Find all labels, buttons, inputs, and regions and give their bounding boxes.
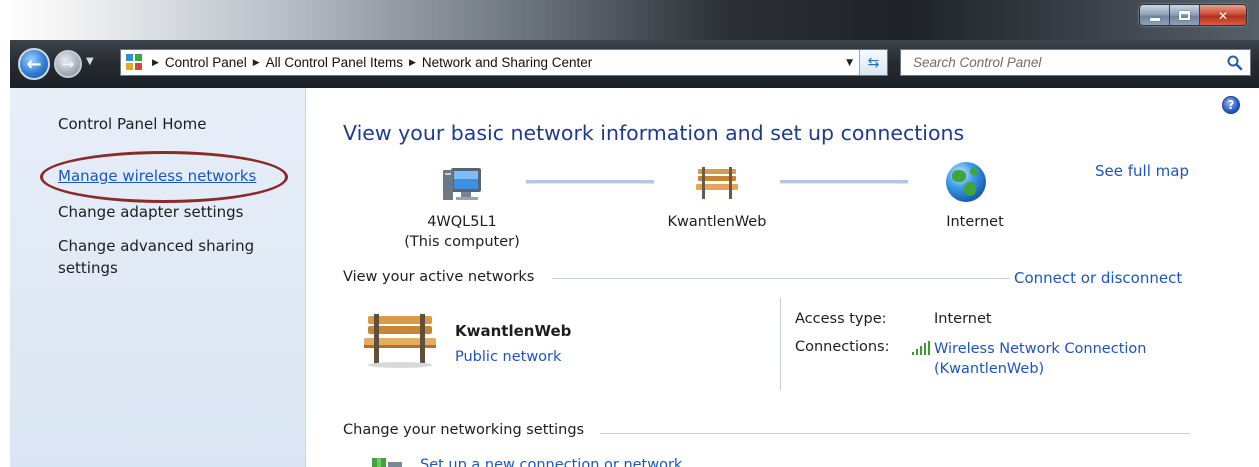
search-box [900,49,1251,76]
window-controls: ✕ [1139,4,1247,26]
address-bar[interactable]: ▶ Control Panel ▶ All Control Panel Item… [120,49,888,76]
internet-label: Internet [946,214,1004,230]
maximize-button[interactable] [1170,5,1200,25]
active-networks-heading: View your active networks [343,269,541,285]
close-icon: ✕ [1217,8,1229,23]
minimize-icon [1149,18,1160,21]
recent-pages-dropdown[interactable]: ▼ [86,56,94,67]
page-title: View your basic network information and … [343,121,965,145]
search-icon[interactable] [1226,54,1244,72]
public-network-bench-icon[interactable] [362,312,438,368]
network-name: KwantlenWeb [667,214,767,230]
computer-icon [443,168,481,200]
access-type-value: Internet [934,311,992,327]
bench-icon [696,167,738,199]
map-node-computer[interactable]: 4WQL5L1 (This computer) [392,212,532,252]
breadcrumb-separator-icon: ▶ [152,57,159,68]
close-button[interactable]: ✕ [1200,5,1246,25]
see-full-map-link[interactable]: See full map [1095,162,1189,180]
breadcrumb-control-panel[interactable]: Control Panel [165,55,247,70]
computer-name: 4WQL5L1 [427,214,497,230]
wireless-connection-link[interactable]: Wireless Network Connection (KwantlenWeb… [934,339,1146,379]
map-connector-line [780,180,908,184]
access-type-label: Access type: [795,311,887,327]
maximize-icon [1179,11,1190,20]
map-node-internet[interactable]: Internet [915,212,1035,232]
section-divider [552,278,1010,279]
sidebar-item-manage-wireless[interactable]: Manage wireless networks [58,167,256,185]
address-dropdown-icon[interactable]: ▼ [846,58,853,68]
back-button[interactable]: ← [18,48,50,80]
globe-icon [946,162,986,202]
connect-or-disconnect-link[interactable]: Connect or disconnect [1014,269,1182,287]
refresh-icon: ⇆ [867,54,880,71]
window-left-border [0,0,10,467]
sidebar-item-control-panel-home[interactable]: Control Panel Home [58,115,207,133]
back-arrow-icon: ← [26,53,42,75]
map-node-network[interactable]: KwantlenWeb [652,212,782,232]
connection-line-1: Wireless Network Connection [934,341,1147,357]
section-divider [600,433,1190,434]
breadcrumb-separator-icon: ▶ [252,57,260,68]
active-network-name: KwantlenWeb [455,322,572,340]
network-type-link[interactable]: Public network [455,349,561,365]
navigation-bar: ← → ▼ ▶ Control Panel ▶ All Control Pane… [10,40,1259,88]
wireless-signal-icon [912,341,930,355]
setup-connection-link[interactable]: Set up a new connection or network [420,457,682,467]
minimize-button[interactable] [1140,5,1170,25]
new-connection-icon [372,458,402,467]
breadcrumb-network-sharing[interactable]: Network and Sharing Center [422,55,592,70]
sidebar-item-advanced-sharing[interactable]: Change advanced sharing settings [58,235,268,279]
computer-caption: (This computer) [404,234,520,250]
help-icon[interactable]: ? [1222,96,1240,114]
forward-button[interactable]: → [54,50,82,78]
control-panel-icon [124,52,146,74]
sidebar-item-adapter-settings[interactable]: Change adapter settings [58,203,244,221]
search-input[interactable] [901,50,1211,75]
connections-label: Connections: [795,339,890,355]
connection-line-2: (KwantlenWeb) [934,361,1045,377]
vertical-divider [780,298,781,390]
breadcrumb-separator-icon: ▶ [408,57,416,68]
left-sidebar: Control Panel Home Manage wireless netwo… [10,88,306,467]
forward-arrow-icon: → [61,55,75,73]
map-connector-line [526,180,654,184]
networking-settings-heading: Change your networking settings [343,422,591,438]
refresh-button[interactable]: ⇆ [859,50,887,75]
breadcrumb-all-items[interactable]: All Control Panel Items [266,55,403,70]
window-titlebar: ✕ [0,0,1259,40]
